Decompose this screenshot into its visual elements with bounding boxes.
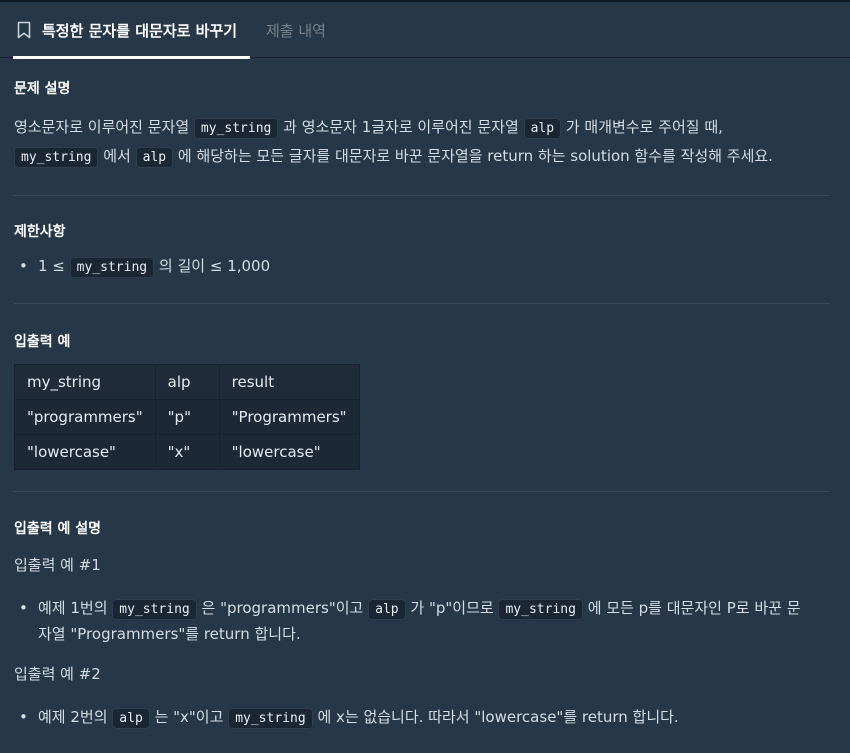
code-alp: alp [135,147,174,168]
table-row: "lowercase" "x" "lowercase" [14,434,360,470]
divider [14,195,830,196]
code-my-string: my_string [193,118,279,139]
code-my-string: my_string [228,708,313,729]
column-header: alp [154,364,220,400]
divider [14,303,830,304]
tab-problem-label: 특정한 문자를 대문자로 바꾸기 [42,21,238,40]
description-line-2: my_string 에서 alp 에 해당하는 모든 글자를 대문자로 바꾼 문… [14,142,773,172]
constraints-list: 1 ≤ my_string 의 길이 ≤ 1,000 [14,254,830,280]
code-alp: alp [112,708,150,729]
code-my-string: my_string [498,599,583,620]
description-heading: 문제 설명 [14,81,71,97]
example-2-list: 예제 2번의 alp 는 "x"이고 my_string 에 x는 없습니다. … [14,705,830,731]
tab-submissions[interactable]: 제출 내역 [266,2,326,58]
problem-panel: 특정한 문자를 대문자로 바꾸기 제출 내역 문제 설명 영소문자로 이루어진 … [0,0,850,753]
examples-table: my_string alp result "programmers" "p" "… [14,364,360,470]
table-cell: "lowercase" [14,434,156,470]
code-my-string: my_string [112,599,197,620]
bookmark-icon[interactable] [17,21,31,39]
constraint-item: 1 ≤ my_string 의 길이 ≤ 1,000 [14,254,830,280]
table-cell: "Programmers" [218,399,360,435]
divider [14,491,830,492]
table-cell: "p" [154,399,220,435]
column-header: my_string [14,364,156,400]
table-header-row: my_string alp result [14,364,360,400]
tab-bar: 특정한 문자를 대문자로 바꾸기 제출 내역 [0,2,850,59]
example-1-list: 예제 1번의 my_string 은 "programmers"이고 alp 가… [14,596,830,647]
examples-heading: 입출력 예 [14,334,71,350]
column-header: result [218,364,360,400]
code-my-string: my_string [14,147,99,168]
constraints-heading: 제한사항 [14,224,66,240]
table-row: "programmers" "p" "Programmers" [14,399,360,435]
tab-submissions-label: 제출 내역 [266,21,326,40]
example-1-item: 예제 1번의 my_string 은 "programmers"이고 alp 가… [14,596,830,647]
example-2-title: 입출력 예 #2 [14,665,101,683]
table-cell: "programmers" [14,399,156,435]
code-my-string: my_string [69,257,155,278]
example-1-title: 입출력 예 #1 [14,556,101,574]
code-alp: alp [368,599,406,620]
example-2-item: 예제 2번의 alp 는 "x"이고 my_string 에 x는 없습니다. … [14,705,830,731]
table-cell: "lowercase" [218,434,360,470]
code-alp: alp [523,118,562,139]
explanation-heading: 입출력 예 설명 [14,521,102,537]
description-line-1: 영소문자로 이루어진 문자열 my_string 과 영소문자 1글자로 이루어… [14,113,723,143]
table-cell: "x" [154,434,220,470]
tab-problem[interactable]: 특정한 문자를 대문자로 바꾸기 [13,2,250,59]
